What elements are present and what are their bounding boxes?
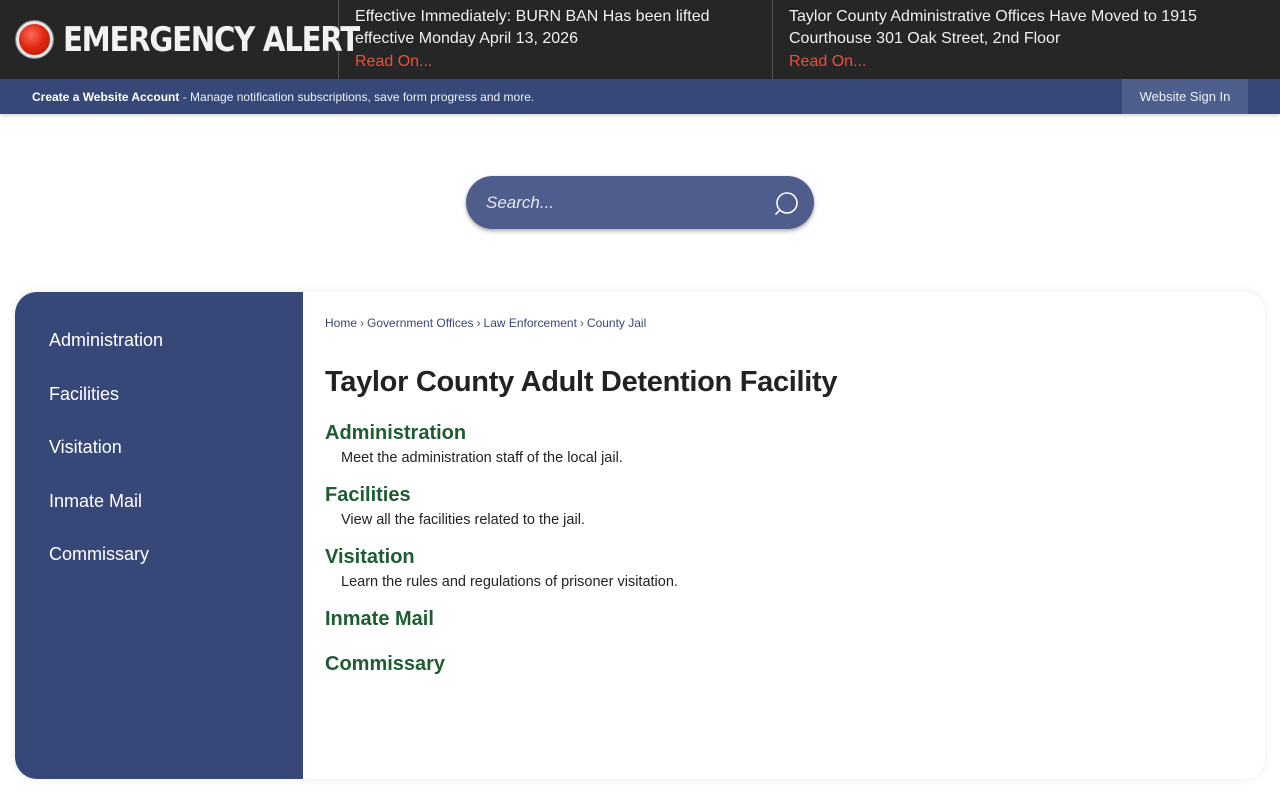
website-sign-in-button[interactable]: Website Sign In xyxy=(1122,79,1248,114)
side-nav-item-visitation[interactable]: Visitation xyxy=(15,435,303,489)
search-bar xyxy=(466,176,814,229)
breadcrumb-government-offices[interactable]: Government Offices xyxy=(367,316,474,330)
alert-heading: EMERGENCY ALERT xyxy=(0,0,360,79)
account-info: Create a Website Account - Manage notifi… xyxy=(32,90,534,104)
breadcrumb-separator: › xyxy=(360,316,365,330)
section-link-facilities[interactable]: Facilities xyxy=(325,482,1265,508)
breadcrumb-county-jail[interactable]: County Jail xyxy=(587,316,646,330)
side-navigation: Administration Facilities Visitation Inm… xyxy=(15,292,303,779)
list-item: Administration Meet the administration s… xyxy=(325,420,1265,468)
search-icon[interactable] xyxy=(774,190,800,216)
main-card: Administration Facilities Visitation Inm… xyxy=(15,292,1265,779)
side-nav-item-administration[interactable]: Administration xyxy=(15,328,303,382)
alert-message: Effective Immediately: BURN BAN Has been… xyxy=(355,8,710,47)
list-item: Inmate Mail xyxy=(325,606,1265,632)
alert-title: EMERGENCY ALERT xyxy=(63,19,360,60)
main-content: Home › Government Offices › Law Enforcement ›… xyxy=(303,292,1265,779)
page-title: Taylor County Adult Detention Facility xyxy=(325,366,838,398)
side-nav-item-commissary[interactable]: Commissary xyxy=(15,542,303,596)
section-list: Administration Meet the administration s… xyxy=(325,420,1265,677)
side-nav-item-inmate-mail[interactable]: Inmate Mail xyxy=(15,489,303,543)
search-input[interactable] xyxy=(486,187,756,218)
section-description: Learn the rules and regulations of priso… xyxy=(341,574,678,590)
section-link-commissary[interactable]: Commissary xyxy=(325,651,1265,677)
section-description: Meet the administration staff of the loc… xyxy=(341,450,623,466)
list-item: Visitation Learn the rules and regulatio… xyxy=(325,544,1265,592)
breadcrumb-home[interactable]: Home xyxy=(325,316,357,330)
list-item: Facilities View all the facilities relat… xyxy=(325,482,1265,530)
section-link-administration[interactable]: Administration xyxy=(325,420,1265,446)
list-item: Commissary xyxy=(325,651,1265,677)
alert-read-on-link[interactable]: Read On... xyxy=(789,51,1264,73)
section-link-visitation[interactable]: Visitation xyxy=(325,544,1265,570)
account-description: - Manage notification subscriptions, sav… xyxy=(179,89,535,104)
alert-item: Taylor County Administrative Offices Hav… xyxy=(773,0,1280,79)
emergency-alert-bar: EMERGENCY ALERT Effective Immediately: B… xyxy=(0,0,1280,79)
alert-light-icon xyxy=(16,21,53,58)
alert-read-on-link[interactable]: Read On... xyxy=(355,51,756,73)
account-bar: Create a Website Account - Manage notifi… xyxy=(0,79,1280,114)
section-link-inmate-mail[interactable]: Inmate Mail xyxy=(325,606,1265,632)
section-description: View all the facilities related to the j… xyxy=(341,512,585,528)
create-account-link[interactable]: Create a Website Account xyxy=(32,90,179,104)
breadcrumb-separator: › xyxy=(579,316,584,330)
alert-message: Taylor County Administrative Offices Hav… xyxy=(789,8,1197,47)
breadcrumb-separator: › xyxy=(476,316,481,330)
breadcrumb-law-enforcement[interactable]: Law Enforcement xyxy=(484,316,577,330)
side-nav-item-facilities[interactable]: Facilities xyxy=(15,382,303,436)
breadcrumb: Home › Government Offices › Law Enforcement ›… xyxy=(325,316,1265,332)
alert-item: Effective Immediately: BURN BAN Has been… xyxy=(339,0,773,79)
